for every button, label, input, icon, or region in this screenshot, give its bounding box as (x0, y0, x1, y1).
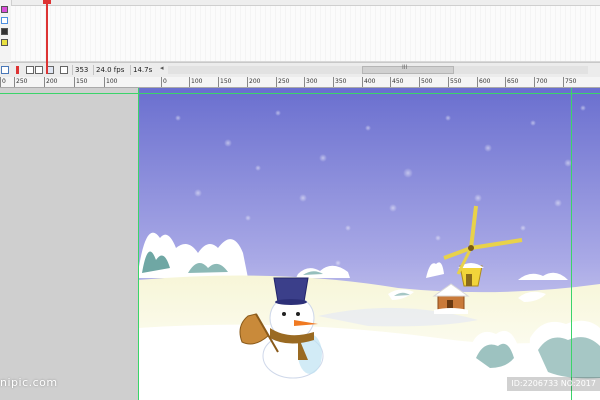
ruler-label: 400 (364, 78, 376, 85)
ruler-label: 0 (2, 78, 6, 85)
guide-horizontal[interactable] (0, 93, 600, 94)
playhead[interactable] (46, 0, 48, 74)
layer-row[interactable] (11, 50, 600, 62)
modify-onion-markers-icon[interactable] (60, 66, 68, 74)
layer-magenta-icon[interactable] (1, 6, 8, 13)
guide-vertical-right[interactable] (571, 88, 572, 400)
timeline-scroll-thumb[interactable] (362, 66, 454, 74)
ruler-label: 650 (507, 78, 519, 85)
scroll-grip: III (402, 64, 408, 71)
ruler-label: 250 (278, 78, 290, 85)
winter-scene (138, 88, 600, 400)
ruler-label: 750 (565, 78, 577, 85)
ruler-label: 200 (249, 78, 261, 85)
timeline-status-bar: 353 24.0 fps 14.7s ◂ III (0, 62, 600, 78)
ruler-label: 100 (191, 78, 203, 85)
scroll-left-icon[interactable]: ◂ (160, 64, 164, 72)
timeline-panel (0, 0, 600, 62)
stage-canvas[interactable] (138, 88, 600, 400)
ruler-label: 500 (421, 78, 433, 85)
horizontal-ruler: 0 250 200 150 100 0 100 150 200 250 300 … (0, 77, 600, 88)
ruler-label: 250 (16, 78, 28, 85)
pasteboard (0, 88, 138, 400)
ruler-label: 600 (479, 78, 491, 85)
add-layer-icon[interactable] (1, 66, 9, 74)
guide-vertical-left[interactable] (138, 88, 139, 400)
elapsed-time: 14.7s (130, 65, 154, 75)
onion-skin-icon[interactable] (26, 66, 34, 74)
frame-rate[interactable]: 24.0 fps (93, 65, 126, 75)
center-frame-icon[interactable] (16, 66, 19, 74)
ruler-label: 200 (46, 78, 58, 85)
layer-blue-icon[interactable] (1, 17, 8, 24)
watermark-right: ID:2206733 NO:2017 (507, 377, 600, 391)
watermark-left: nipic.com (0, 376, 58, 389)
ruler-label: 450 (392, 78, 404, 85)
ruler-label: 350 (335, 78, 347, 85)
onion-outline-icon[interactable] (35, 66, 43, 74)
ruler-label: 300 (306, 78, 318, 85)
ruler-label: 100 (106, 78, 118, 85)
layer-yellow-icon[interactable] (1, 39, 8, 46)
ruler-label: 150 (220, 78, 232, 85)
current-frame: 353 (72, 65, 90, 75)
ruler-label: 0 (163, 78, 167, 85)
ruler-label: 550 (450, 78, 462, 85)
ruler-label: 700 (536, 78, 548, 85)
ruler-label: 150 (76, 78, 88, 85)
layer-dark-icon[interactable] (1, 28, 8, 35)
